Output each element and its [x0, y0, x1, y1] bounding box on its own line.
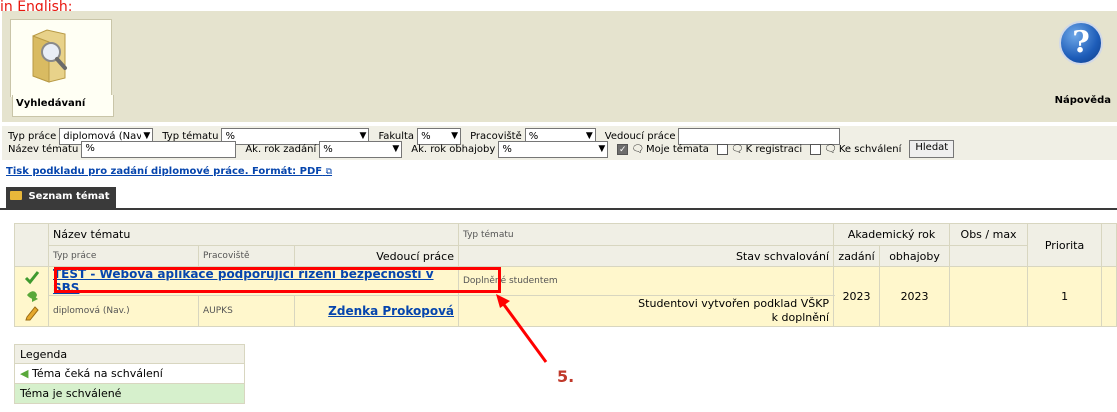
row-status-icons	[24, 271, 39, 321]
moje-temata-checkbox[interactable]: ✓	[617, 143, 629, 155]
annotation-arrow	[496, 294, 548, 363]
header-stav: Stav schvalování	[457, 245, 835, 267]
zadani-cell: 2023	[833, 266, 881, 327]
priorita-cell: 1	[1027, 266, 1103, 327]
header-typ-prace: Typ práce	[48, 245, 199, 267]
toolbar: Vyhledávaní ? Nápověda	[2, 11, 1117, 122]
ak-rok-obhajoby-value: %	[502, 143, 512, 155]
vedouci-cell: Zdenka Prokopová	[294, 295, 459, 327]
table-header-row: Název tématu Typ tématu Akademický rok O…	[14, 223, 1117, 267]
help-icon[interactable]: ?	[1059, 21, 1103, 65]
chevron-down-icon: ▼	[598, 144, 606, 154]
header-vedouci: Vedoucí práce	[294, 245, 459, 267]
header-nazev: Název tématu	[48, 223, 459, 246]
ke-schvaleni-label: Ke schválení	[838, 143, 902, 155]
search-tool-label[interactable]: Vyhledávaní	[12, 95, 114, 117]
ak-rok-obhajoby-select[interactable]: % ▼	[498, 140, 609, 158]
print-pdf-link[interactable]: Tisk podkladu pro zadání diplomové práce…	[6, 166, 332, 177]
nazev-input[interactable]: %	[81, 140, 237, 158]
help-label[interactable]: Nápověda	[1055, 95, 1111, 106]
legend-item-pending: ◀ Téma čeká na schválení	[14, 364, 245, 384]
typ-prace-cell: diplomová (Nav.)	[48, 295, 199, 327]
pending-approval-icon	[26, 291, 38, 302]
icon-header-cell	[14, 223, 49, 267]
header-obhajoby: obhajoby	[879, 245, 951, 267]
header-obs-max-sub	[949, 245, 1029, 267]
legend-title: Legenda	[14, 344, 245, 364]
ak-rok-zadani-value: %	[323, 143, 333, 155]
filter-row-2: Název tématu % Ak. rok zadání % ▼ Ak. rok…	[8, 139, 955, 159]
folder-icon	[10, 191, 22, 200]
pencil-icon	[24, 306, 39, 321]
ak-rok-zadani-select[interactable]: % ▼	[319, 140, 403, 158]
table-subheader-row: Typ práce Pracoviště Vedoucí práce Stav …	[15, 245, 1117, 267]
k-registraci-checkbox[interactable]	[716, 143, 728, 155]
pending-approval-icon: ◀	[20, 367, 29, 380]
filter-panel: Typ práce diplomová (Nav.) ▼ Typ tématu %…	[2, 126, 1117, 160]
ak-rok-zadani-label: Ak. rok zadání	[245, 143, 317, 155]
header-pracoviste: Pracoviště	[198, 245, 295, 267]
moje-temata-label: Moje témata	[646, 143, 709, 155]
speech-bubble-icon: 🗨	[730, 143, 744, 155]
search-tool-button[interactable]	[10, 19, 112, 97]
supervisor-link[interactable]: Zdenka Prokopová	[328, 304, 454, 318]
header-akademicky-rok: Akademický rok	[833, 223, 951, 246]
legend: Legenda ◀ Téma čeká na schválení Téma je…	[14, 344, 245, 404]
header-priorita: Priorita	[1027, 223, 1103, 267]
annotation-highlight-box	[54, 267, 501, 293]
legend-item-label: Téma čeká na schválení	[31, 367, 163, 380]
tab-divider	[0, 208, 1117, 210]
ak-rok-obhajoby-label: Ak. rok obhajoby	[411, 143, 496, 155]
tab-seznam-temat-label: Seznam témat	[28, 191, 110, 202]
header-typ-tematu: Typ tématu	[457, 223, 835, 246]
obhajoby-cell: 2023	[879, 266, 951, 327]
speech-bubble-icon: 🗨	[631, 143, 645, 155]
legend-item-approved: Téma je schválené	[14, 384, 245, 404]
external-link-icon: ⧉	[325, 167, 333, 177]
annotation-number: 5.	[557, 367, 575, 386]
tab-seznam-temat[interactable]: Seznam témat	[6, 187, 116, 208]
empty-cell	[1101, 266, 1117, 327]
header-zadani: zadání	[833, 245, 881, 267]
print-pdf-link-text[interactable]: Tisk podkladu pro zadání diplomové práce…	[6, 166, 322, 177]
search-folder-icon	[32, 29, 67, 83]
chevron-down-icon: ▼	[392, 144, 400, 154]
header-obs-max: Obs / max	[949, 223, 1029, 246]
obs-max-cell	[949, 266, 1029, 327]
row-icons-cell	[14, 266, 49, 327]
ke-schvaleni-checkbox[interactable]	[810, 143, 822, 155]
k-registraci-label: K registraci	[745, 143, 803, 155]
speech-bubble-icon: 🗨	[824, 143, 837, 155]
header-empty	[1101, 223, 1117, 267]
search-button[interactable]: Hledat	[909, 140, 955, 158]
legend-item-label: Téma je schválené	[20, 387, 122, 400]
checkmark-icon	[24, 271, 39, 285]
pracoviste-cell: AUPKS	[198, 295, 295, 327]
nazev-label: Název tématu	[8, 143, 79, 155]
